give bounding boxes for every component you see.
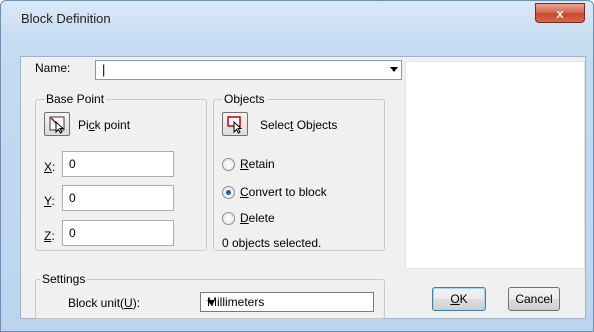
name-value: |: [102, 62, 106, 77]
objects-group: Objects Select Objects Retain Convert to…: [213, 92, 385, 251]
y-input[interactable]: 0: [62, 185, 174, 211]
z-label: Z:: [44, 229, 55, 243]
select-objects-icon: [227, 116, 243, 134]
settings-group: Settings Block unit(U): Millimeters: [35, 272, 385, 319]
block-unit-select[interactable]: Millimeters: [200, 292, 374, 312]
chevron-down-icon[interactable]: [207, 300, 215, 305]
pick-point-button[interactable]: [44, 112, 70, 136]
select-objects-label[interactable]: Select Objects: [260, 118, 337, 132]
block-unit-label: Block unit(U):: [68, 296, 141, 310]
convert-to-block-radio[interactable]: [222, 186, 235, 199]
base-point-legend: Base Point: [44, 92, 107, 106]
block-definition-dialog: Block Definition x Name: | Base Point Pi…: [0, 0, 594, 332]
base-point-group: Base Point Pick point X: 0 Y: 0 Z: 0: [35, 92, 207, 251]
chevron-down-icon[interactable]: [390, 67, 398, 72]
y-label: Y:: [44, 194, 55, 208]
pick-point-label[interactable]: Pick point: [78, 118, 130, 132]
retain-radio[interactable]: [222, 158, 235, 171]
close-icon: x: [556, 5, 564, 21]
x-input[interactable]: 0: [62, 151, 174, 177]
select-objects-button[interactable]: [222, 112, 248, 136]
objects-legend: Objects: [222, 92, 267, 106]
dialog-body: Name: | Base Point Pick point X: 0 Y: 0 …: [20, 56, 586, 319]
x-label: X:: [44, 160, 56, 174]
convert-to-block-label[interactable]: Convert to block: [240, 185, 327, 199]
ok-button[interactable]: OK: [432, 287, 486, 311]
retain-label[interactable]: Retain: [240, 157, 275, 171]
name-label: Name:: [35, 61, 71, 75]
block-unit-value: Millimeters: [207, 295, 265, 309]
delete-radio[interactable]: [222, 212, 235, 225]
pick-point-icon: [49, 116, 65, 134]
window-title: Block Definition: [21, 11, 111, 26]
cancel-button[interactable]: Cancel: [508, 287, 560, 311]
objects-selected-status: 0 objects selected.: [222, 236, 322, 250]
z-input[interactable]: 0: [62, 220, 174, 246]
delete-label[interactable]: Delete: [240, 211, 275, 225]
close-button[interactable]: x: [535, 3, 585, 23]
block-preview: [405, 61, 585, 269]
title-bar: Block Definition x: [1, 1, 593, 33]
name-combo[interactable]: |: [95, 60, 402, 80]
settings-legend: Settings: [40, 272, 88, 286]
